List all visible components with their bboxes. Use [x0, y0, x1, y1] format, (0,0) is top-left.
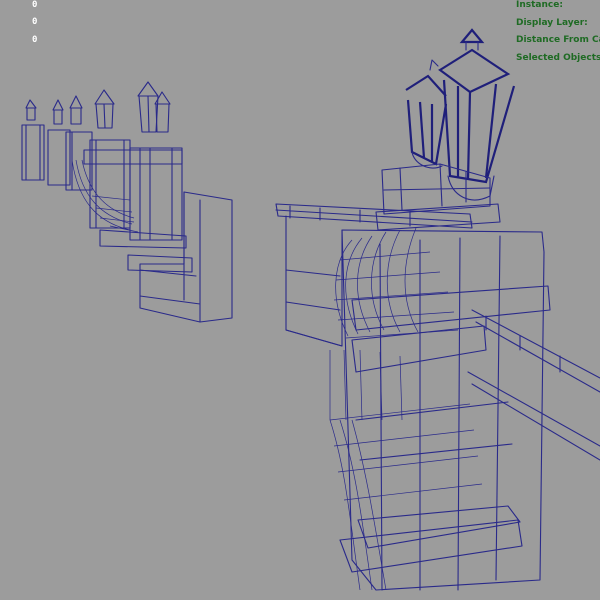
hud-display-layer-label: Display Layer: [516, 17, 588, 28]
heads-up-display: Instance: Display Layer: Distance From C… [516, 0, 600, 70]
hud-counter-2: 0 [32, 17, 38, 27]
hud-instance-label: Instance: [516, 0, 563, 10]
hud-counter-1: 0 [32, 0, 38, 10]
distant-lamp-group [21, 81, 233, 323]
hud-selected-objects-label: Selected Objects: [516, 52, 600, 63]
wireframe-scene[interactable] [0, 0, 600, 600]
3d-viewport[interactable]: 0 0 0 Instance: Display Layer: Distance … [0, 0, 600, 600]
hud-counter-3: 0 [32, 35, 38, 45]
near-lamp-post [275, 28, 600, 591]
hud-distance-label: Distance From Ca [516, 35, 600, 45]
